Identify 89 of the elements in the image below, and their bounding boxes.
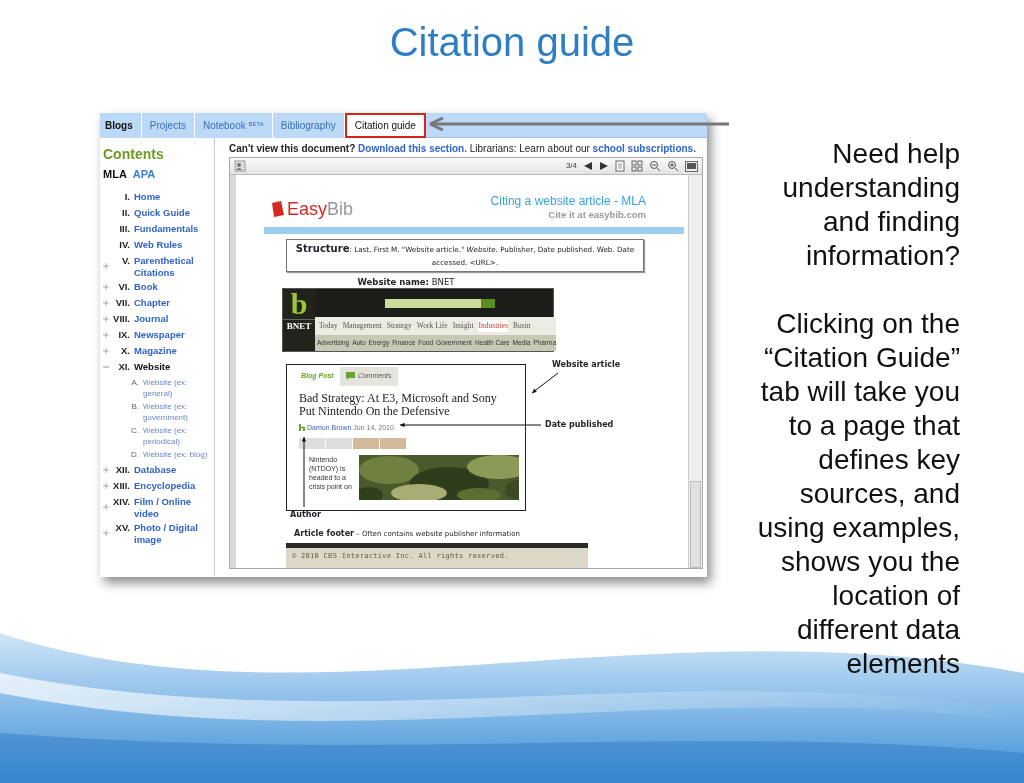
item-numeral: VII. bbox=[114, 295, 130, 310]
site-logo: b bbox=[289, 289, 309, 319]
comment-icon bbox=[345, 372, 355, 381]
sidebar-item[interactable]: Chapter bbox=[134, 294, 170, 311]
article-title: Bad Strategy: At E3, Microsoft and Sony Put Nintendo On the Defensive bbox=[299, 391, 498, 418]
expand-icon[interactable] bbox=[103, 529, 109, 536]
annotation-label: Date published bbox=[545, 419, 614, 431]
zoom-in-icon[interactable] bbox=[667, 160, 679, 172]
item-numeral: B. bbox=[130, 400, 139, 413]
tab[interactable]: Notebook $^{BETA}$ bbox=[194, 113, 273, 138]
sidebar-item[interactable]: Film / Online video bbox=[134, 493, 214, 520]
style-link[interactable]: MLA bbox=[103, 168, 127, 180]
sidebar-subitem[interactable]: Website (ex: blog) bbox=[143, 448, 208, 460]
item-numeral: I. bbox=[123, 189, 130, 204]
sidebar-item[interactable]: Magazine bbox=[134, 342, 177, 359]
expand-icon[interactable] bbox=[103, 466, 109, 473]
sidebar-item[interactable]: Web Rules bbox=[134, 236, 183, 253]
item-numeral: D. bbox=[130, 448, 139, 460]
tab[interactable]: Blogs bbox=[100, 113, 142, 138]
item-numeral: IV. bbox=[118, 237, 130, 252]
sidebar-item[interactable]: Database bbox=[134, 461, 177, 478]
fullscreen-icon[interactable] bbox=[685, 160, 698, 172]
expand-icon[interactable] bbox=[103, 262, 109, 269]
sidebar-item[interactable]: Website bbox=[134, 358, 171, 375]
document-heading: Citing a website article - MLA bbox=[490, 195, 646, 209]
share-icon[interactable] bbox=[299, 438, 325, 449]
item-numeral: III. bbox=[118, 221, 130, 236]
collapse-icon[interactable] bbox=[103, 363, 109, 370]
sidebar-subitem[interactable]: Website (ex: general) bbox=[143, 376, 214, 399]
item-numeral: V. bbox=[120, 253, 130, 268]
item-numeral: XIII. bbox=[112, 478, 130, 493]
tab[interactable]: Projects bbox=[141, 113, 195, 138]
book-icon bbox=[271, 201, 285, 217]
item-numeral: A. bbox=[130, 376, 139, 389]
sidebar-item[interactable]: Newspaper bbox=[134, 326, 185, 343]
scrollbar-thumb[interactable] bbox=[690, 481, 701, 568]
item-numeral: II. bbox=[121, 205, 130, 220]
annotation-label: Author bbox=[290, 509, 321, 521]
slide-title: Citation guide bbox=[388, 19, 636, 66]
website-name-label: Website name: BNET bbox=[356, 276, 456, 288]
search-field[interactable] bbox=[385, 298, 495, 308]
sidebar-item[interactable]: Encyclopedia bbox=[134, 477, 196, 494]
expand-icon[interactable] bbox=[103, 503, 109, 510]
slide-text: Need help understanding and finding information? bbox=[781, 137, 960, 273]
document-subheading: Cite it at easybib.com bbox=[547, 208, 646, 223]
scrollbar[interactable] bbox=[688, 175, 702, 568]
profile-icon[interactable] bbox=[234, 160, 246, 172]
zoom-out-icon[interactable] bbox=[649, 160, 661, 172]
tab[interactable]: Citation guide bbox=[344, 113, 426, 138]
sidebar-item[interactable]: Quick Guide bbox=[134, 204, 190, 221]
item-numeral: XI. bbox=[117, 359, 130, 374]
page-counter: 3/4 bbox=[565, 160, 577, 172]
sidebar-subitem[interactable]: Website (ex: periodical) bbox=[143, 424, 214, 447]
sidebar-item[interactable]: Parenthetical Citations bbox=[134, 252, 214, 279]
subscriptions-link[interactable]: school subscriptions. bbox=[592, 143, 696, 154]
notice-text: Librarians: Learn about our bbox=[469, 143, 590, 154]
expand-icon[interactable] bbox=[103, 283, 109, 290]
next-page-icon[interactable] bbox=[599, 161, 609, 171]
annotation-label: Website article bbox=[552, 359, 621, 371]
single-page-icon[interactable] bbox=[615, 160, 625, 172]
expand-icon[interactable] bbox=[103, 315, 109, 322]
logo-text: EasyBib bbox=[287, 197, 354, 221]
sidebar-item[interactable]: Fundamentals bbox=[134, 220, 199, 237]
item-numeral: X. bbox=[120, 343, 130, 358]
item-numeral: VIII. bbox=[112, 311, 130, 326]
expand-icon[interactable] bbox=[103, 331, 109, 338]
item-numeral: XII. bbox=[114, 462, 130, 477]
item-numeral: C. bbox=[130, 424, 139, 437]
previous-page-icon[interactable] bbox=[583, 161, 593, 171]
sidebar-item[interactable]: Home bbox=[134, 188, 161, 205]
sidebar-heading: Contents bbox=[103, 145, 165, 164]
sidebar-item[interactable]: Book bbox=[134, 278, 158, 295]
item-numeral: XV. bbox=[114, 520, 130, 535]
sidebar-subitem[interactable]: Website (ex: government) bbox=[143, 400, 214, 423]
item-numeral: VI. bbox=[117, 279, 130, 294]
item-numeral: IX. bbox=[117, 327, 130, 342]
expand-icon[interactable] bbox=[103, 482, 109, 489]
sidebar-item[interactable]: Photo / Digital image bbox=[134, 519, 214, 546]
notice-text: Can't view this document? bbox=[229, 143, 356, 154]
style-link[interactable]: APA bbox=[132, 168, 156, 180]
grid-view-icon[interactable] bbox=[631, 160, 643, 172]
site-mark-icon bbox=[299, 424, 305, 432]
download-link[interactable]: Download this section. bbox=[358, 143, 467, 154]
expand-icon[interactable] bbox=[103, 299, 109, 306]
item-numeral: XIV. bbox=[112, 494, 130, 509]
tab[interactable]: Bibliography bbox=[272, 113, 345, 138]
sidebar-item[interactable]: Journal bbox=[134, 310, 169, 327]
expand-icon[interactable] bbox=[103, 347, 109, 354]
slide-text: Clicking on the “Citation Guide” tab will take you to a page that defines key sources, and using examples, shows you the location of different data elements bbox=[756, 307, 960, 681]
